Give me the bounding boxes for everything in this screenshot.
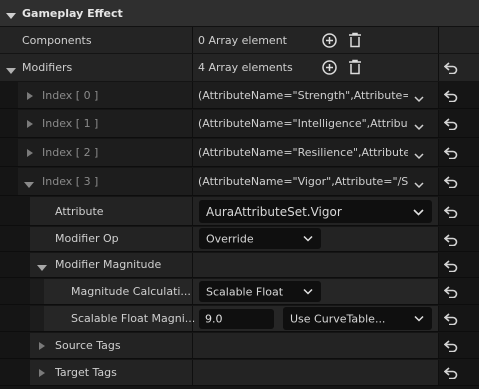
chevron-down-icon[interactable] <box>6 10 16 23</box>
chevron-down-icon[interactable] <box>414 150 424 163</box>
modifier-op-dropdown[interactable]: Override <box>199 228 321 249</box>
curve-table-value: Use CurveTable... <box>290 312 386 325</box>
attribute-row: Attribute AuraAttributeSet.Vigor <box>0 197 479 226</box>
category-title: Gameplay Effect <box>22 7 123 20</box>
reset-to-default-icon[interactable] <box>443 286 458 301</box>
array-index-row: Index [ 2 ] (AttributeName="Resilience",… <box>0 139 479 167</box>
modifier-op-label: Modifier Op <box>55 232 119 245</box>
reset-to-default-icon[interactable] <box>443 260 458 275</box>
reset-to-default-icon[interactable] <box>443 206 458 221</box>
magnitude-calculation-value: Scalable Float <box>206 285 284 298</box>
scalable-float-magnitude-label: Scalable Float Magni... <box>71 312 196 325</box>
modifiers-value: 4 Array elements <box>198 61 293 74</box>
modifier-magnitude-label: Modifier Magnitude <box>55 258 162 271</box>
target-tags-row: Target Tags <box>0 360 479 386</box>
expand-arrow-icon[interactable] <box>24 179 34 192</box>
modifiers-row: Modifiers 4 Array elements <box>0 54 479 82</box>
chevron-down-icon <box>303 232 313 245</box>
index-value: (AttributeName="Vigor",Attribute="/Scri <box>198 175 408 188</box>
index-value: (AttributeName="Resilience",Attribute=" <box>198 146 408 159</box>
chevron-down-icon[interactable] <box>6 65 16 78</box>
trash-icon[interactable] <box>348 59 362 78</box>
expand-arrow-icon[interactable] <box>27 92 33 100</box>
source-tags-label: Source Tags <box>55 339 121 352</box>
expand-arrow-icon[interactable] <box>27 149 33 157</box>
attribute-dropdown[interactable]: AuraAttributeSet.Vigor <box>199 200 432 223</box>
reset-to-default-icon[interactable] <box>443 340 458 355</box>
reset-to-default-icon[interactable] <box>443 62 458 77</box>
reset-to-default-icon[interactable] <box>443 313 458 328</box>
add-element-icon[interactable] <box>322 60 337 78</box>
expand-arrow-icon[interactable] <box>39 342 45 350</box>
index-label: Index [ 3 ] <box>42 175 99 188</box>
expand-arrow-icon[interactable] <box>39 369 45 377</box>
magnitude-calculation-row: Magnitude Calculati... Scalable Float <box>0 279 479 305</box>
reset-to-default-icon[interactable] <box>443 147 458 162</box>
magnitude-calculation-label: Magnitude Calculati... <box>71 285 191 298</box>
components-value: 0 Array element <box>198 34 287 47</box>
chevron-down-icon[interactable] <box>414 121 424 134</box>
components-label: Components <box>22 34 92 47</box>
expand-arrow-icon[interactable] <box>27 120 33 128</box>
modifier-op-row: Modifier Op Override <box>0 227 479 252</box>
index-label: Index [ 1 ] <box>42 117 99 130</box>
magnitude-calculation-dropdown[interactable]: Scalable Float <box>199 281 321 302</box>
attribute-value: AuraAttributeSet.Vigor <box>206 204 342 219</box>
array-index-row: Index [ 0 ] (AttributeName="Strength",At… <box>0 82 479 109</box>
modifier-op-value: Override <box>206 232 254 245</box>
modifiers-label: Modifiers <box>22 61 73 74</box>
components-row: Components 0 Array element <box>0 27 479 54</box>
details-panel: Gameplay Effect Components 0 Array eleme… <box>0 0 479 389</box>
curve-table-dropdown[interactable]: Use CurveTable... <box>283 307 432 330</box>
index-label: Index [ 2 ] <box>42 146 99 159</box>
reset-to-default-icon[interactable] <box>443 90 458 105</box>
index-value: (AttributeName="Intelligence",Attribute= <box>198 117 408 130</box>
reset-to-default-icon[interactable] <box>443 176 458 191</box>
chevron-down-icon <box>414 312 424 325</box>
chevron-down-icon[interactable] <box>37 262 47 275</box>
scalable-float-magnitude-row: Scalable Float Magni... 9.0 Use CurveTab… <box>0 306 479 332</box>
trash-icon[interactable] <box>348 32 362 51</box>
source-tags-row: Source Tags <box>0 333 479 359</box>
target-tags-label: Target Tags <box>55 366 117 379</box>
array-index-row: Index [ 3 ] (AttributeName="Vigor",Attri… <box>0 168 479 196</box>
reset-to-default-icon[interactable] <box>443 367 458 382</box>
reset-to-default-icon[interactable] <box>443 118 458 133</box>
scalable-float-value: 9.0 <box>205 312 223 326</box>
chevron-down-icon <box>303 285 313 298</box>
add-element-icon[interactable] <box>322 33 337 51</box>
modifier-magnitude-row: Modifier Magnitude <box>0 253 479 278</box>
array-index-row: Index [ 1 ] (AttributeName="Intelligence… <box>0 110 479 138</box>
attribute-label: Attribute <box>55 205 104 218</box>
index-label: Index [ 0 ] <box>42 89 99 102</box>
index-value: (AttributeName="Strength",Attribute="/S <box>198 89 408 102</box>
gameplay-effect-category-header[interactable]: Gameplay Effect <box>0 0 479 27</box>
scalable-float-input[interactable]: 9.0 <box>199 309 274 329</box>
chevron-down-icon <box>413 205 424 219</box>
reset-to-default-icon[interactable] <box>443 234 458 249</box>
chevron-down-icon[interactable] <box>414 179 424 192</box>
chevron-down-icon[interactable] <box>414 93 424 106</box>
